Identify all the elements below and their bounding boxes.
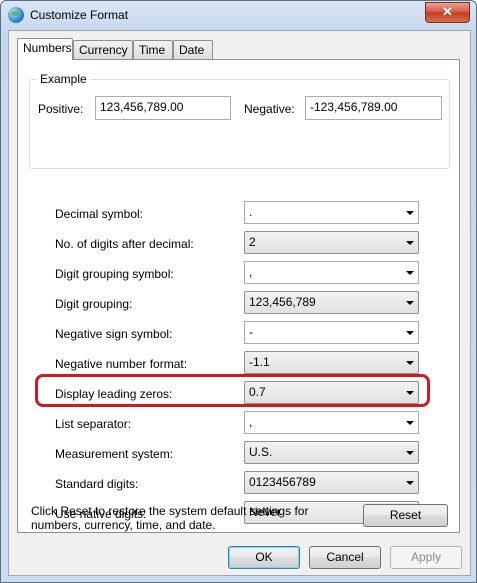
positive-example-field: 123,456,789.00 — [95, 96, 231, 120]
digit-grouping-symbol-label: Digit grouping symbol: — [55, 267, 174, 281]
tab-date[interactable]: Date — [173, 40, 213, 59]
tab-currency[interactable]: Currency — [73, 40, 133, 59]
chevron-down-icon[interactable] — [406, 271, 414, 275]
negative-number-format-value: -1.1 — [249, 355, 270, 369]
dialog-body: Numbers Currency Time Date Example Posit… — [8, 30, 471, 576]
digits-after-decimal-value: 2 — [249, 235, 256, 249]
decimal-symbol-label: Decimal symbol: — [55, 207, 144, 221]
chevron-down-icon[interactable] — [406, 421, 414, 425]
numbers-tab-panel: Example Positive: 123,456,789.00 Negativ… — [17, 59, 460, 533]
negative-label: Negative: — [244, 102, 295, 116]
tab-numbers[interactable]: Numbers — [17, 38, 73, 60]
negative-sign-symbol-label: Negative sign symbol: — [55, 327, 173, 341]
chevron-down-icon[interactable] — [406, 451, 414, 455]
measurement-system-value: U.S. — [249, 445, 273, 459]
chevron-down-icon[interactable] — [406, 241, 414, 245]
negative-sign-symbol-value: - — [249, 325, 253, 339]
decimal-symbol-value: . — [249, 205, 253, 219]
digit-grouping-label: Digit grouping: — [55, 297, 133, 311]
reset-button[interactable]: Reset — [363, 504, 448, 527]
negative-number-format-label: Negative number format: — [55, 357, 188, 371]
digit-grouping-value: 123,456,789 — [249, 295, 316, 309]
globe-icon — [8, 7, 24, 23]
apply-button[interactable]: Apply — [390, 546, 462, 569]
negative-number-format-select[interactable]: -1.1 — [244, 351, 419, 374]
cancel-button[interactable]: Cancel — [309, 546, 381, 569]
customize-format-window: Customize Format ✕ Numbers Currency Time… — [0, 0, 477, 583]
reset-info-text: Click Reset to restore the system defaul… — [31, 504, 309, 532]
digit-grouping-symbol-value: , — [249, 265, 253, 279]
display-leading-zeros-select[interactable]: 0.7 — [244, 381, 419, 404]
close-button[interactable]: ✕ — [425, 2, 470, 23]
example-legend: Example — [37, 72, 90, 86]
chevron-down-icon[interactable] — [406, 361, 414, 365]
display-leading-zeros-value: 0.7 — [249, 385, 266, 399]
title-bar[interactable]: Customize Format ✕ — [1, 1, 476, 29]
measurement-system-label: Measurement system: — [55, 447, 174, 461]
negative-sign-symbol-combo[interactable]: - — [244, 321, 419, 344]
digits-after-decimal-select[interactable]: 2 — [244, 231, 419, 254]
chevron-down-icon[interactable] — [406, 331, 414, 335]
chevron-down-icon[interactable] — [406, 211, 414, 215]
list-separator-value: , — [249, 415, 253, 429]
measurement-system-select[interactable]: U.S. — [244, 441, 419, 464]
ok-button[interactable]: OK — [228, 546, 300, 569]
chevron-down-icon[interactable] — [406, 481, 414, 485]
tab-time[interactable]: Time — [133, 40, 173, 59]
list-separator-combo[interactable]: , — [244, 411, 419, 434]
standard-digits-select[interactable]: 0123456789 — [244, 471, 419, 494]
window-title: Customize Format — [30, 8, 129, 22]
decimal-symbol-combo[interactable]: . — [244, 201, 419, 224]
standard-digits-label: Standard digits: — [55, 477, 139, 491]
example-group: Example Positive: 123,456,789.00 Negativ… — [29, 72, 450, 169]
negative-example-field: -123,456,789.00 — [305, 96, 442, 120]
positive-label: Positive: — [38, 102, 84, 116]
chevron-down-icon[interactable] — [406, 391, 414, 395]
chevron-down-icon[interactable] — [406, 301, 414, 305]
digit-grouping-symbol-combo[interactable]: , — [244, 261, 419, 284]
display-leading-zeros-label: Display leading zeros: — [55, 387, 173, 401]
digit-grouping-select[interactable]: 123,456,789 — [244, 291, 419, 314]
digits-after-decimal-label: No. of digits after decimal: — [55, 237, 194, 251]
standard-digits-value: 0123456789 — [249, 475, 316, 489]
list-separator-label: List separator: — [55, 417, 132, 431]
